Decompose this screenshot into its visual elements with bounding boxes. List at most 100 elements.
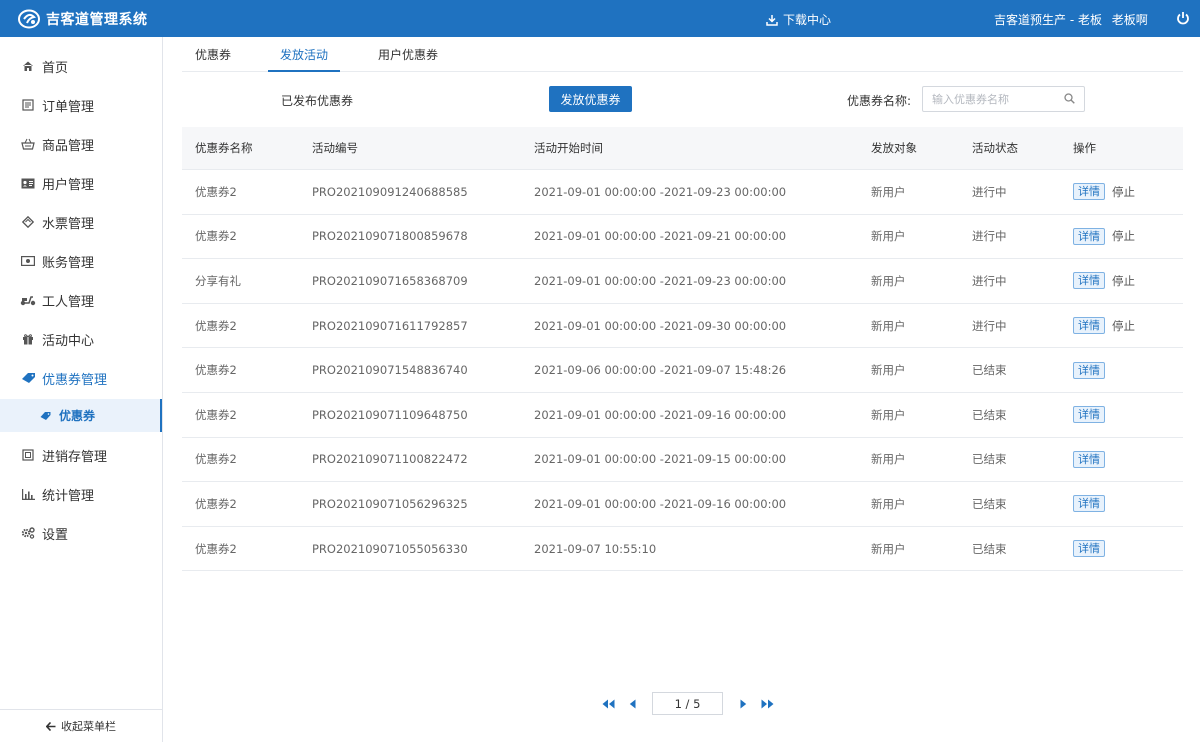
app-title: 吉客道管理系统 [46,12,148,28]
actions-cell: 详情 [1073,482,1112,526]
sidebar-item-activity-center[interactable]: 活动中心 [0,320,162,358]
table-row: 优惠券2 PRO202109071611792857 2021-09-01 00:0… [182,304,1183,349]
actions-cell: 详情 停止 [1073,304,1135,348]
coupon-name-cell: 优惠券2 [195,452,237,467]
sidebar-item-water-tickets[interactable]: 水票管理 [0,203,162,241]
tab-issue-activity[interactable]: 发放活动 [268,37,340,72]
double-chevron-left-icon [602,699,614,708]
username[interactable]: 老板啊 [1112,13,1148,27]
target-cell: 新用户 [871,318,906,333]
issue-coupon-button[interactable]: 发放优惠券 [549,86,632,112]
actions-cell: 详情 [1073,527,1112,571]
coupon-name-search [922,86,1085,112]
sidebar-item-label: 设置 [42,527,69,543]
first-page-button[interactable] [601,697,615,711]
sidebar-item-coupon-management[interactable]: 优惠券管理 [0,359,162,397]
next-page-button[interactable] [736,697,750,711]
stop-button[interactable]: 停止 [1112,318,1135,334]
target-cell: 新用户 [871,407,906,422]
inventory-icon [20,448,36,462]
detail-button[interactable]: 详情 [1073,317,1105,335]
coupon-name-cell: 优惠券2 [195,318,237,333]
table-row: 优惠券2 PRO202109071056296325 2021-09-01 00:0… [182,482,1183,527]
activity-time-cell: 2021-09-01 00:00:00 -2021-09-15 00:00:00 [534,452,787,467]
page-indicator[interactable]: 1 / 5 [652,692,723,715]
collapse-menu-label: 收起菜单栏 [61,720,116,733]
status-cell: 已结束 [972,363,1007,378]
tab-user-coupons[interactable]: 用户优惠券 [378,37,438,72]
target-cell: 新用户 [871,363,906,378]
target-cell: 新用户 [871,184,906,199]
coupon-name-label: 优惠券名称: [847,94,912,108]
table-row: 优惠券2 PRO202109091240688585 2021-09-01 00:0… [182,170,1183,215]
bar-chart-icon [20,487,36,501]
sidebar-item-inventory[interactable]: 进销存管理 [0,436,162,474]
detail-button[interactable]: 详情 [1073,183,1105,201]
stop-button[interactable]: 停止 [1112,184,1135,200]
sidebar-item-label: 用户管理 [42,177,95,193]
sidebar-item-label: 优惠券管理 [42,372,108,388]
coupon-name-cell: 优惠券2 [195,496,237,511]
table-row: 优惠券2 PRO202109071100822472 2021-09-01 00:0… [182,438,1183,483]
download-center-link[interactable]: 下载中心 [766,11,831,28]
status-cell: 已结束 [972,541,1007,556]
column-header: 活动开始时间 [534,141,603,155]
activity-time-cell: 2021-09-01 00:00:00 -2021-09-23 00:00:00 [534,273,787,288]
sidebar-item-label: 水票管理 [42,216,95,232]
detail-button[interactable]: 详情 [1073,227,1105,245]
coupon-name-cell: 优惠券2 [195,184,237,199]
activity-code-cell: PRO202109071100822472 [312,452,468,467]
app-logo[interactable]: 吉客道管理系统 [18,8,148,30]
logo-icon [18,9,40,29]
detail-button[interactable]: 详情 [1073,450,1105,468]
last-page-button[interactable] [760,697,774,711]
search-icon[interactable] [1064,93,1075,104]
top-header: 吉客道管理系统 下载中心 吉客道预生产 - 老板 老板啊 [0,0,1200,37]
coupon-icon [20,371,36,385]
detail-button[interactable]: 详情 [1073,406,1105,424]
target-cell: 新用户 [871,496,906,511]
gear-icon [20,526,36,540]
target-cell: 新用户 [871,452,906,467]
detail-button[interactable]: 详情 [1073,272,1105,290]
stop-button[interactable]: 停止 [1112,273,1135,289]
sidebar-subitem-coupons[interactable]: 优惠券 [0,399,162,432]
table-row: 优惠券2 PRO202109071548836740 2021-09-06 00:0… [182,348,1183,393]
activity-code-cell: PRO202109071611792857 [312,318,468,333]
collapse-menu-button[interactable]: 收起菜单栏 [0,709,162,742]
arrow-left-icon [46,721,56,731]
column-header: 活动编号 [312,141,358,155]
sidebar-item-home[interactable]: 首页 [0,47,162,85]
money-icon [20,254,36,268]
power-icon[interactable] [1176,10,1190,26]
sidebar-item-users[interactable]: 用户管理 [0,164,162,202]
activity-time-cell: 2021-09-01 00:00:00 -2021-09-23 00:00:00 [534,184,787,199]
sidebar-item-orders[interactable]: 订单管理 [0,86,162,124]
sidebar-item-label: 进销存管理 [42,449,108,465]
detail-button[interactable]: 详情 [1073,495,1105,513]
prev-page-button[interactable] [625,697,639,711]
activity-code-cell: PRO202109071056296325 [312,496,468,511]
detail-button[interactable]: 详情 [1073,540,1105,558]
column-header: 活动状态 [972,141,1018,155]
detail-button[interactable]: 详情 [1073,361,1105,379]
pagination: 1 / 5 [601,692,774,715]
sidebar-item-label: 订单管理 [42,99,95,115]
sidebar-item-settings[interactable]: 设置 [0,514,162,552]
actions-cell: 详情 停止 [1073,170,1135,214]
activity-code-cell: PRO202109071800859678 [312,229,468,244]
actions-cell: 详情 [1073,348,1112,392]
sidebar-item-products[interactable]: 商品管理 [0,125,162,163]
sidebar-item-finance[interactable]: 账务管理 [0,242,162,280]
table-row: 分享有礼 PRO202109071658368709 2021-09-01 00:0… [182,259,1183,304]
coupon-name-input[interactable] [932,91,1057,107]
status-cell: 进行中 [972,229,1007,244]
activity-time-cell: 2021-09-07 10:55:10 [534,541,657,556]
download-icon [766,14,778,26]
sidebar-item-workers[interactable]: 工人管理 [0,281,162,319]
activity-code-cell: PRO202109071109648750 [312,407,468,422]
tab-coupons[interactable]: 优惠券 [195,37,231,72]
stop-button[interactable]: 停止 [1112,228,1135,244]
table-header: 优惠券名称 活动编号 活动开始时间 发放对象 活动状态 操作 [182,127,1183,170]
sidebar-item-statistics[interactable]: 统计管理 [0,475,162,513]
